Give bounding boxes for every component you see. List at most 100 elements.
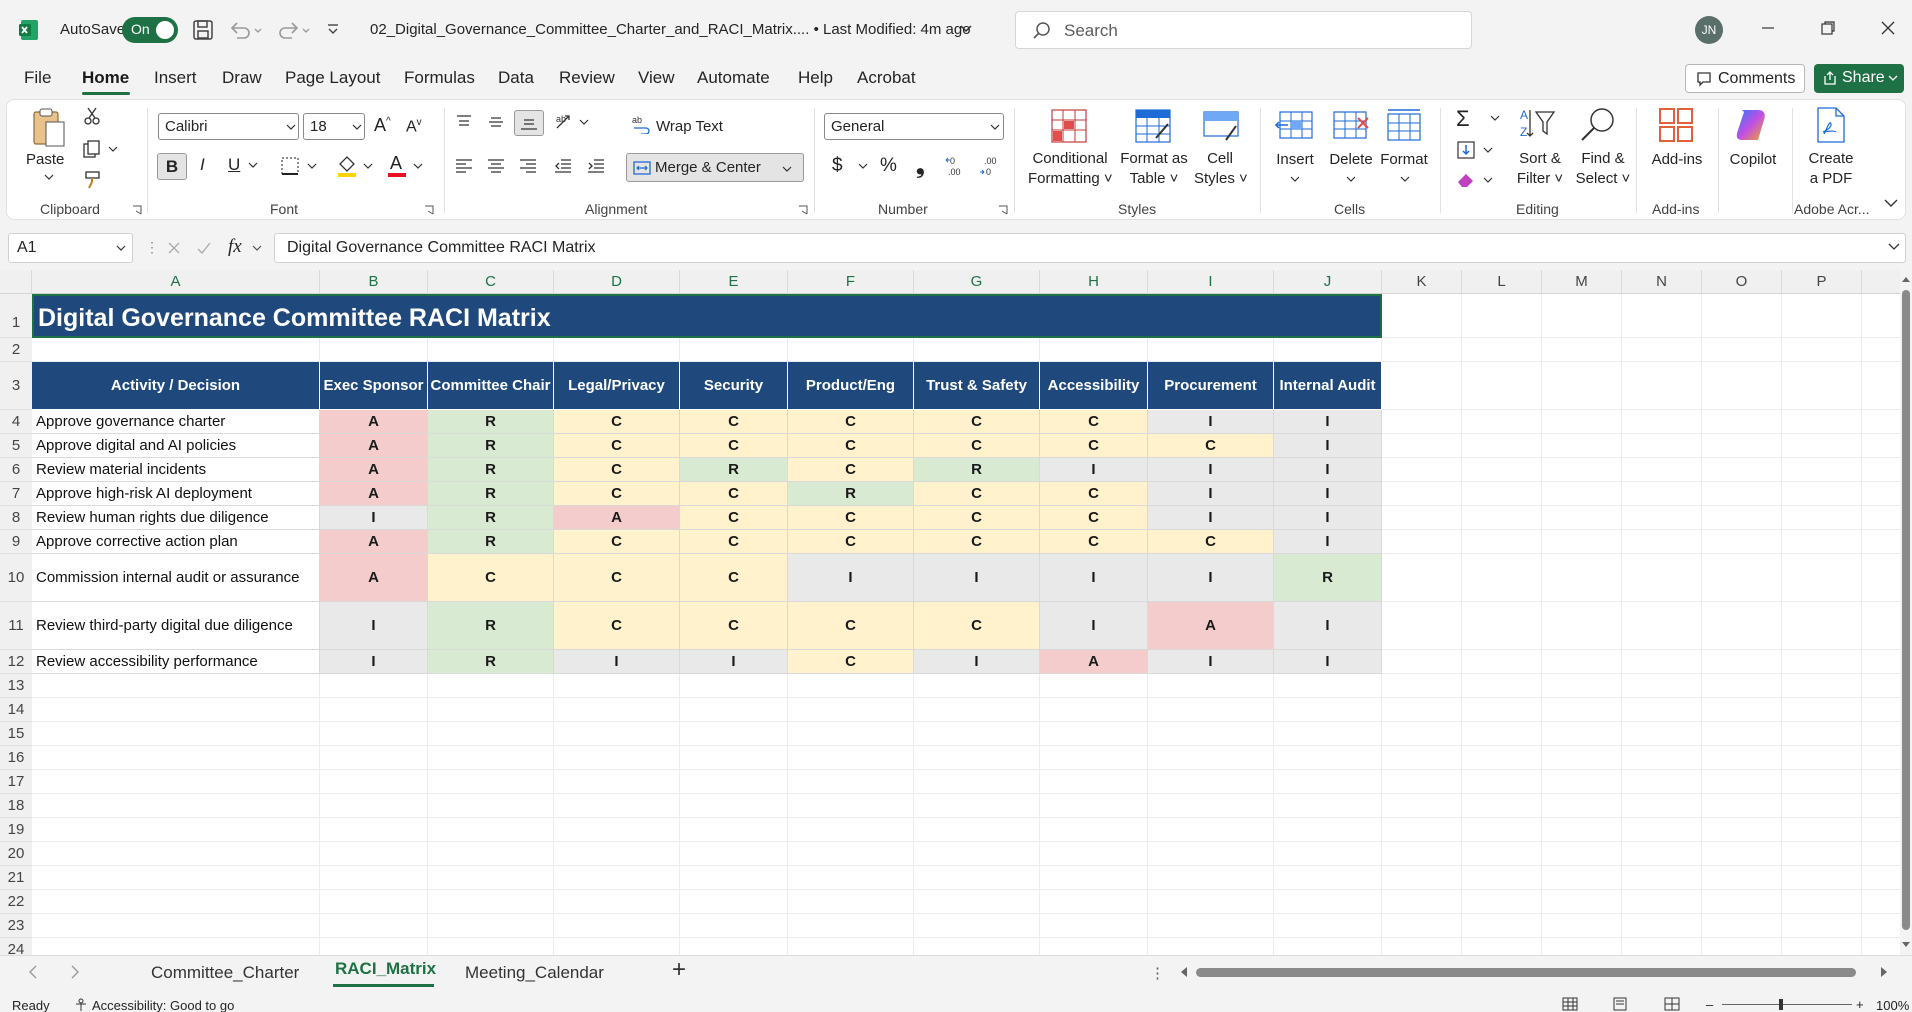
raci-cell[interactable]: C bbox=[914, 482, 1040, 506]
raci-cell[interactable]: C bbox=[788, 458, 914, 482]
raci-cell[interactable]: C bbox=[914, 506, 1040, 530]
header-cell[interactable]: Legal/Privacy bbox=[554, 362, 680, 410]
raci-cell[interactable]: C bbox=[680, 410, 788, 434]
raci-cell[interactable]: I bbox=[1148, 482, 1274, 506]
raci-cell[interactable]: C bbox=[1040, 410, 1148, 434]
raci-cell[interactable]: I bbox=[914, 650, 1040, 674]
paste-label[interactable]: Paste bbox=[26, 150, 64, 170]
cell-styles-icon[interactable] bbox=[1202, 108, 1240, 144]
autosum-chevron-icon[interactable] bbox=[1490, 114, 1500, 122]
delete-cells-icon[interactable] bbox=[1330, 108, 1372, 142]
activity-cell[interactable]: Review accessibility performance bbox=[32, 650, 320, 674]
format-chevron-icon[interactable] bbox=[1400, 175, 1410, 183]
namebox-chevron-icon[interactable] bbox=[116, 244, 126, 252]
raci-cell[interactable]: C bbox=[914, 530, 1040, 554]
raci-cell[interactable]: C bbox=[680, 554, 788, 602]
worksheet-grid[interactable]: ABCDEFGHIJKLMNOP 1 2 3 4 5 6 7 8 9 10 11 12 13 14 15 16… bbox=[0, 270, 1912, 955]
raci-cell[interactable]: A bbox=[554, 506, 680, 530]
activity-cell[interactable]: Approve governance charter bbox=[32, 410, 320, 434]
raci-cell[interactable]: R bbox=[428, 530, 554, 554]
title-cell[interactable]: Digital Governance Committee RACI Matrix bbox=[32, 294, 1382, 338]
raci-cell[interactable]: A bbox=[320, 482, 428, 506]
column-header[interactable]: A bbox=[32, 270, 320, 294]
raci-cell[interactable]: I bbox=[1148, 650, 1274, 674]
row-header[interactable]: 5 bbox=[0, 434, 32, 458]
clipboard-launcher-icon[interactable] bbox=[132, 205, 142, 215]
ribbon-collapse-icon[interactable] bbox=[1884, 198, 1898, 208]
format-painter-icon[interactable] bbox=[82, 170, 102, 190]
raci-cell[interactable]: C bbox=[788, 506, 914, 530]
raci-cell[interactable]: C bbox=[554, 410, 680, 434]
select-all-corner[interactable] bbox=[0, 270, 32, 294]
raci-cell[interactable]: I bbox=[1274, 434, 1382, 458]
bold-button[interactable]: B bbox=[157, 153, 187, 180]
expand-formula-icon[interactable] bbox=[1888, 242, 1900, 252]
insert-cells-icon[interactable] bbox=[1274, 108, 1316, 142]
row-header[interactable]: 18 bbox=[0, 794, 32, 818]
raci-cell[interactable]: C bbox=[1040, 506, 1148, 530]
column-header[interactable]: L bbox=[1462, 270, 1542, 294]
column-header[interactable]: C bbox=[428, 270, 554, 294]
header-cell[interactable]: Procurement bbox=[1148, 362, 1274, 410]
row-header[interactable]: 11 bbox=[0, 602, 32, 650]
raci-cell[interactable]: I bbox=[1274, 530, 1382, 554]
column-header[interactable]: P bbox=[1782, 270, 1862, 294]
cut-icon[interactable] bbox=[82, 106, 102, 126]
row-header[interactable]: 21 bbox=[0, 866, 32, 890]
menu-formulas[interactable]: Formulas bbox=[404, 68, 475, 88]
header-cell[interactable]: Internal Audit bbox=[1274, 362, 1382, 410]
sheet-tab-meeting-calendar[interactable]: Meeting_Calendar bbox=[465, 963, 604, 983]
paste-chevron-icon[interactable] bbox=[44, 173, 54, 181]
conditional-formatting-label[interactable]: Conditional Formatting ˅ bbox=[1028, 149, 1113, 189]
activity-cell[interactable]: Commission internal audit or assurance bbox=[32, 554, 320, 602]
row-header[interactable]: 3 bbox=[0, 362, 32, 410]
create-pdf-icon[interactable] bbox=[1814, 106, 1848, 144]
font-family-select[interactable]: Calibri bbox=[158, 113, 299, 140]
raci-cell[interactable]: I bbox=[1148, 410, 1274, 434]
zoom-level[interactable]: 100% bbox=[1876, 998, 1909, 1012]
formula-input[interactable]: Digital Governance Committee RACI Matrix bbox=[274, 233, 1906, 263]
align-bottom-button[interactable] bbox=[514, 110, 544, 136]
raci-cell[interactable]: C bbox=[680, 506, 788, 530]
vertical-scrollbar[interactable] bbox=[1900, 270, 1912, 955]
header-cell[interactable]: Accessibility bbox=[1040, 362, 1148, 410]
currency-button[interactable]: $ bbox=[832, 155, 843, 177]
activity-cell[interactable]: Review material incidents bbox=[32, 458, 320, 482]
raci-cell[interactable]: R bbox=[428, 650, 554, 674]
fill-color-icon[interactable] bbox=[336, 154, 376, 178]
format-cells-icon[interactable] bbox=[1384, 108, 1424, 142]
row-header[interactable]: 22 bbox=[0, 890, 32, 914]
row-header[interactable]: 20 bbox=[0, 842, 32, 866]
number-format-select[interactable]: General bbox=[824, 113, 1004, 140]
raci-cell[interactable]: R bbox=[428, 506, 554, 530]
raci-cell[interactable]: I bbox=[320, 506, 428, 530]
row-header[interactable]: 16 bbox=[0, 746, 32, 770]
raci-cell[interactable]: C bbox=[914, 410, 1040, 434]
autosum-icon[interactable]: Σ bbox=[1456, 106, 1470, 132]
paste-icon[interactable] bbox=[30, 106, 70, 150]
avatar[interactable]: JN bbox=[1695, 16, 1723, 44]
align-center-icon[interactable] bbox=[486, 156, 506, 176]
align-right-icon[interactable] bbox=[518, 156, 538, 176]
zoom-out-button[interactable]: – bbox=[1706, 997, 1713, 1012]
sort-filter-icon[interactable]: AZ bbox=[1518, 106, 1558, 142]
scroll-down-icon[interactable] bbox=[1902, 940, 1910, 948]
increase-decimal-icon[interactable]: 0.00 bbox=[944, 154, 968, 178]
column-header[interactable]: D bbox=[554, 270, 680, 294]
decrease-decimal-icon[interactable]: .00 0 bbox=[978, 154, 1002, 178]
undo-icon[interactable] bbox=[228, 19, 264, 41]
raci-cell[interactable]: I bbox=[788, 554, 914, 602]
menu-help[interactable]: Help bbox=[798, 68, 833, 88]
number-launcher-icon[interactable] bbox=[998, 205, 1008, 215]
search-box[interactable]: Search bbox=[1015, 11, 1472, 49]
column-header[interactable]: B bbox=[320, 270, 428, 294]
raci-cell[interactable]: I bbox=[1274, 650, 1382, 674]
find-select-label[interactable]: Find & Select ˅ bbox=[1572, 149, 1634, 189]
conditional-formatting-icon[interactable] bbox=[1050, 108, 1088, 144]
addins-icon[interactable] bbox=[1658, 107, 1694, 143]
header-cell[interactable]: Trust & Safety bbox=[914, 362, 1040, 410]
raci-cell[interactable]: C bbox=[554, 530, 680, 554]
row-header[interactable]: 9 bbox=[0, 530, 32, 554]
autosave-toggle[interactable]: On bbox=[122, 17, 178, 43]
decrease-indent-icon[interactable] bbox=[553, 156, 573, 176]
